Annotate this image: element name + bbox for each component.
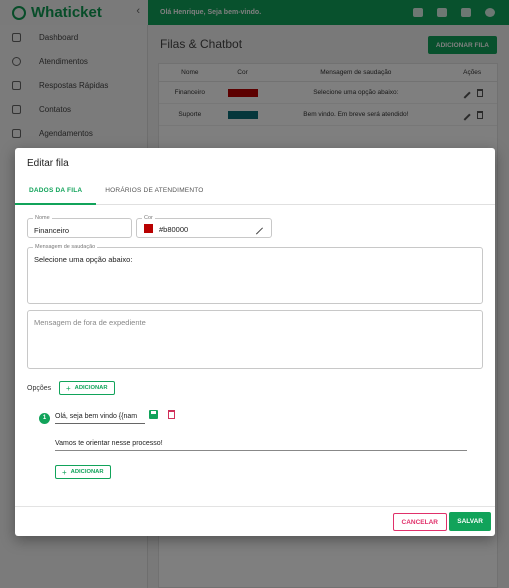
dialog-title: Editar fila xyxy=(27,158,69,169)
dialog-footer: CANCELAR SALVAR xyxy=(15,506,495,536)
save-button[interactable]: SALVAR xyxy=(449,512,491,531)
tab-queue-data[interactable]: DADOS DA FILA xyxy=(15,185,97,205)
add-option-label: ADICIONAR xyxy=(74,385,108,391)
plus-icon: + xyxy=(66,383,71,393)
color-field-label: Cor xyxy=(142,215,155,222)
out-of-hours-placeholder: Mensagem de fora de expediente xyxy=(34,318,146,327)
save-icon[interactable] xyxy=(149,410,158,419)
greeting-field-label: Mensagem de saudação xyxy=(33,244,98,251)
greeting-field-value: Selecione uma opção abaixo: xyxy=(34,255,133,264)
tab-business-hours[interactable]: HORÁRIOS DE ATENDIMENTO xyxy=(96,185,212,205)
color-field[interactable]: Cor #b80000 xyxy=(136,215,272,238)
plus-icon: + xyxy=(62,467,67,477)
color-picker-icon[interactable] xyxy=(250,222,264,235)
add-option-button[interactable]: + ADICIONAR xyxy=(59,381,115,395)
option-step-number: 1 xyxy=(39,413,50,424)
add-sub-option-button[interactable]: + ADICIONAR xyxy=(55,465,111,479)
out-of-hours-message-field[interactable]: Mensagem de fora de expediente xyxy=(27,310,483,369)
name-field-label: Nome xyxy=(33,215,52,222)
option-message-input[interactable]: Vamos te orientar nesse processo! xyxy=(55,437,467,451)
trash-icon[interactable] xyxy=(168,410,175,419)
name-field[interactable]: Nome Financeiro xyxy=(27,215,132,238)
name-field-value: Financeiro xyxy=(34,226,70,235)
option-title-input[interactable]: Olá, seja bem vindo {{nam xyxy=(55,410,145,424)
add-sub-option-label: ADICIONAR xyxy=(70,469,104,475)
color-field-value: #b80000 xyxy=(159,225,189,234)
cancel-button[interactable]: CANCELAR xyxy=(392,513,447,531)
greeting-message-field[interactable]: Mensagem de saudação Selecione uma opção… xyxy=(27,244,483,304)
edit-queue-dialog: Editar fila DADOS DA FILA HORÁRIOS DE AT… xyxy=(15,148,495,536)
options-label: Opções xyxy=(27,385,52,392)
color-preview xyxy=(144,224,153,233)
dialog-tabs: DADOS DA FILA HORÁRIOS DE ATENDIMENTO xyxy=(15,185,495,205)
